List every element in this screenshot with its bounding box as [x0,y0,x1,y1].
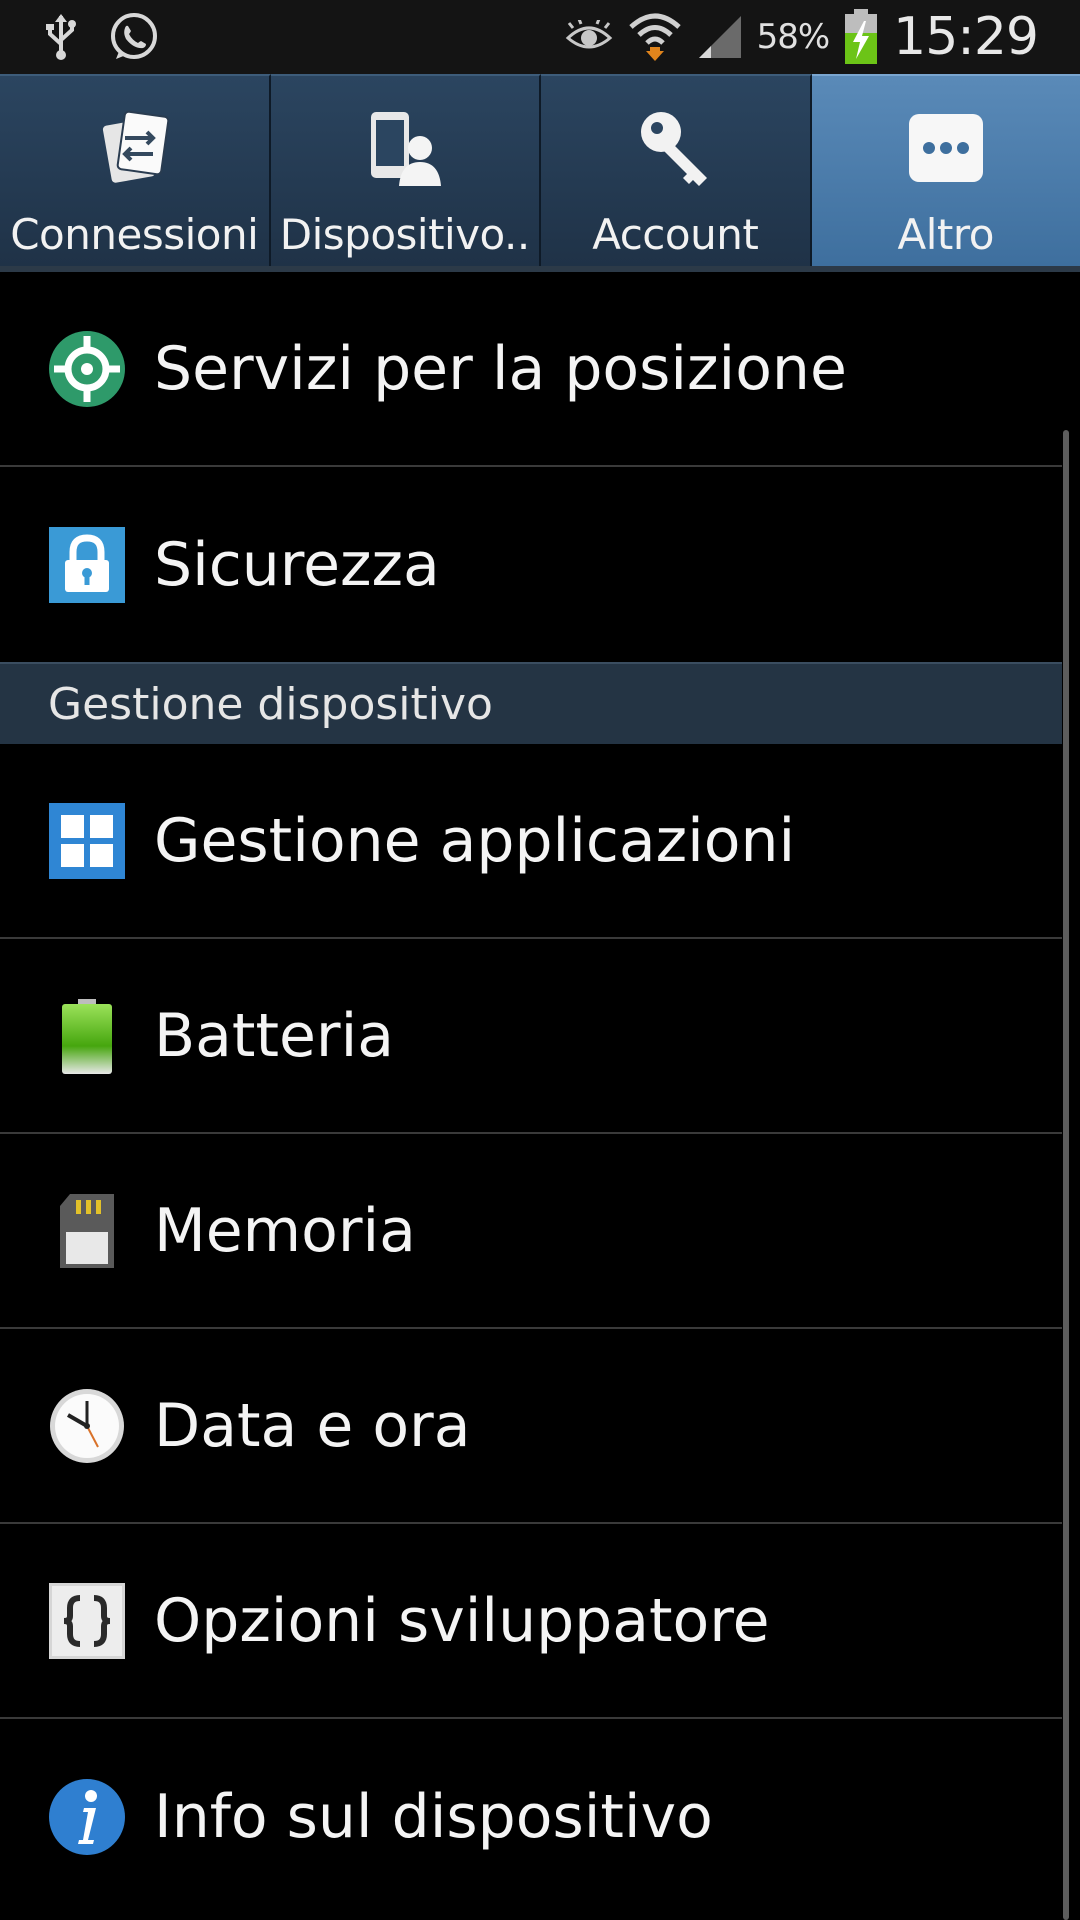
battery-icon [48,997,126,1075]
info-icon [48,1778,126,1856]
tab-account[interactable]: Account [541,74,812,266]
list-item-info-dispositivo[interactable]: Info sul dispositivo [0,1719,1062,1914]
list-item-servizi-posizione[interactable]: Servizi per la posizione [0,272,1062,467]
section-header-gestione-dispositivo: Gestione dispositivo [0,662,1062,744]
list-item-gestione-applicazioni[interactable]: Gestione applicazioni [0,744,1062,939]
apps-grid-icon [48,802,126,880]
tab-label: Dispositivo.. [279,210,530,259]
settings-tabs: Connessioni Dispositivo.. Account Altro [0,74,1080,266]
lock-icon [48,526,126,604]
tab-altro[interactable]: Altro [811,74,1080,266]
status-time: 15:29 [893,7,1039,67]
braces-icon [48,1582,126,1660]
battery-charging-icon [843,9,879,65]
signal-icon [697,14,743,60]
usb-icon [44,14,78,60]
list-item-label: Data e ora [154,1390,471,1461]
tab-label: Altro [897,210,995,259]
tab-connessioni[interactable]: Connessioni [0,74,271,266]
list-item-opzioni-sviluppatore[interactable]: Opzioni sviluppatore [0,1524,1062,1719]
list-item-label: Servizi per la posizione [154,333,847,404]
wifi-icon [627,11,683,63]
list-item-label: Gestione applicazioni [154,805,796,876]
tab-dispositivo[interactable]: Dispositivo.. [270,74,541,266]
tab-label: Connessioni [10,210,259,259]
status-bar: 58% 15:29 [0,0,1080,74]
key-icon [635,98,715,198]
list-item-label: Info sul dispositivo [154,1781,713,1852]
list-item-memoria[interactable]: Memoria [0,1134,1062,1329]
more-icon [907,98,985,198]
list-item-label: Batteria [154,1000,394,1071]
whatsapp-icon [108,11,160,63]
clock-icon [48,1387,126,1465]
list-item-batteria[interactable]: Batteria [0,939,1062,1134]
connections-icon [95,98,173,198]
battery-percent: 58% [756,17,831,57]
list-item-label: Memoria [154,1195,416,1266]
list-item-label: Opzioni sviluppatore [154,1585,770,1656]
tab-label: Account [592,210,759,259]
list-item-label: Sicurezza [154,529,440,600]
scrollbar[interactable] [1063,430,1069,1920]
settings-list: Servizi per la posizione Sicurezza Gesti… [0,272,1062,1914]
location-icon [48,330,126,408]
eye-icon [565,20,613,54]
list-item-sicurezza[interactable]: Sicurezza [0,467,1062,662]
sd-card-icon [48,1192,126,1270]
list-item-data-ora[interactable]: Data e ora [0,1329,1062,1524]
device-icon [365,98,445,198]
